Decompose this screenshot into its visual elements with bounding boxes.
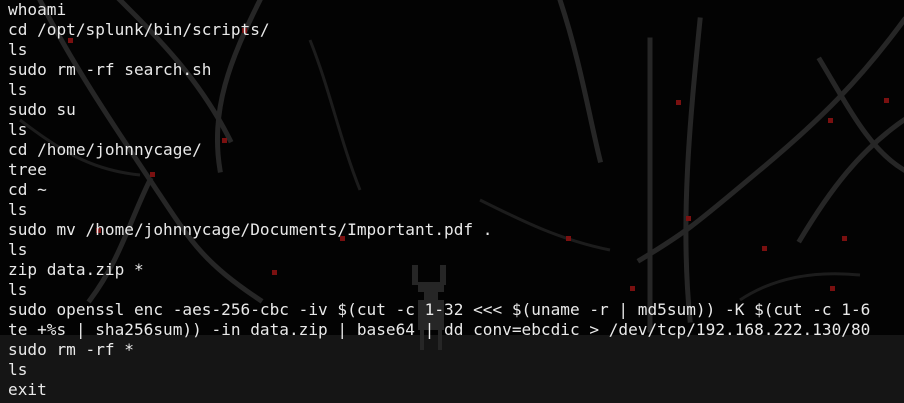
history-line[interactable]: exit bbox=[8, 380, 870, 400]
history-line[interactable]: ls bbox=[8, 120, 870, 140]
history-line[interactable]: sudo su bbox=[8, 100, 870, 120]
history-line[interactable]: cd /opt/splunk/bin/scripts/ bbox=[8, 20, 870, 40]
history-line[interactable]: cd ~ bbox=[8, 180, 870, 200]
command-history: whoami cd /opt/splunk/bin/scripts/ ls su… bbox=[8, 0, 870, 400]
history-line[interactable]: ls bbox=[8, 40, 870, 60]
history-line[interactable]: sudo rm -rf search.sh bbox=[8, 60, 870, 80]
terminal-window[interactable]: whoami cd /opt/splunk/bin/scripts/ ls su… bbox=[0, 0, 904, 403]
history-line[interactable]: ls bbox=[8, 240, 870, 260]
history-line[interactable]: cd /home/johnnycage/ bbox=[8, 140, 870, 160]
history-line[interactable]: ls bbox=[8, 80, 870, 100]
history-line[interactable]: ls bbox=[8, 280, 870, 300]
history-line[interactable]: ls bbox=[8, 200, 870, 220]
history-line[interactable]: sudo mv /home/johnnycage/Documents/Impor… bbox=[8, 220, 870, 240]
history-line[interactable]: zip data.zip * bbox=[8, 260, 870, 280]
history-line[interactable]: whoami bbox=[8, 0, 870, 20]
history-line[interactable]: tree bbox=[8, 160, 870, 180]
history-line[interactable]: te +%s | sha256sum)) -in data.zip | base… bbox=[8, 320, 870, 340]
history-line[interactable]: ls bbox=[8, 360, 870, 380]
history-line[interactable]: sudo openssl enc -aes-256-cbc -iv $(cut … bbox=[8, 300, 870, 320]
history-line[interactable]: sudo rm -rf * bbox=[8, 340, 870, 360]
